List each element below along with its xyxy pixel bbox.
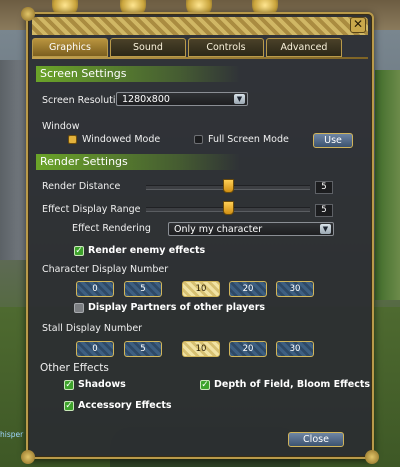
char-display-option[interactable]: 30 xyxy=(276,281,314,297)
tab-bar: Graphics Sound Controls Advanced xyxy=(32,38,342,58)
resolution-label: Screen Resolutio xyxy=(42,95,122,106)
windowed-mode-radio[interactable] xyxy=(68,135,77,144)
shadows-checkbox[interactable]: ✓ xyxy=(64,380,74,390)
section-screen-settings: Screen Settings xyxy=(36,66,240,82)
tab-controls[interactable]: Controls xyxy=(188,38,264,57)
close-icon[interactable]: ✕ xyxy=(350,17,366,33)
section-render-settings: Render Settings xyxy=(36,154,240,170)
accessory-effects-checkbox[interactable]: ✓ xyxy=(64,401,74,411)
chevron-down-icon[interactable]: ▼ xyxy=(320,224,331,234)
close-button[interactable]: Close xyxy=(288,432,344,447)
char-display-option[interactable]: 5 xyxy=(124,281,162,297)
tab-sound[interactable]: Sound xyxy=(110,38,186,57)
fullscreen-mode-radio[interactable] xyxy=(194,135,203,144)
display-partners-label: Display Partners of other players xyxy=(88,302,266,313)
stall-display-label: Stall Display Number xyxy=(42,323,143,334)
fullscreen-mode-label: Full Screen Mode xyxy=(208,134,289,145)
resolution-dropdown[interactable]: 1280x800 ▼ xyxy=(116,92,248,106)
effect-range-value: 5 xyxy=(315,204,333,217)
shadows-label: Shadows xyxy=(78,379,126,390)
char-display-option[interactable]: 20 xyxy=(229,281,267,297)
stall-display-option[interactable]: 30 xyxy=(276,341,314,357)
render-enemy-label: Render enemy effects xyxy=(88,245,206,256)
dof-bloom-checkbox[interactable]: ✓ xyxy=(200,380,210,390)
char-display-label: Character Display Number xyxy=(42,264,169,275)
background-trees xyxy=(375,70,400,300)
stall-display-option[interactable]: 20 xyxy=(229,341,267,357)
effect-rendering-label: Effect Rendering xyxy=(72,223,151,234)
effect-rendering-value: Only my character xyxy=(174,224,263,235)
windowed-mode-label: Windowed Mode xyxy=(82,134,161,145)
chat-name: hisper xyxy=(0,430,24,439)
render-distance-value: 5 xyxy=(315,181,333,194)
other-effects-title: Other Effects xyxy=(40,362,109,374)
corner-ornament-icon xyxy=(21,450,35,464)
tab-advanced[interactable]: Advanced xyxy=(266,38,342,57)
tab-underline xyxy=(32,57,368,59)
effect-range-thumb[interactable] xyxy=(223,201,234,215)
display-partners-checkbox[interactable] xyxy=(74,303,84,313)
use-button[interactable]: Use xyxy=(313,133,353,148)
render-enemy-checkbox[interactable]: ✓ xyxy=(74,246,84,256)
char-display-option[interactable]: 0 xyxy=(76,281,114,297)
chevron-down-icon[interactable]: ▼ xyxy=(234,94,245,104)
corner-ornament-icon xyxy=(21,7,35,21)
effect-range-label: Effect Display Range xyxy=(42,204,141,215)
dof-bloom-label: Depth of Field, Bloom Effects xyxy=(214,379,371,390)
stall-display-option[interactable]: 5 xyxy=(124,341,162,357)
window-label: Window xyxy=(42,121,80,132)
stall-display-option-selected[interactable]: 10 xyxy=(182,341,220,357)
render-distance-label: Render Distance xyxy=(42,181,121,192)
effect-rendering-dropdown[interactable]: Only my character ▼ xyxy=(168,222,334,236)
render-distance-thumb[interactable] xyxy=(223,179,234,193)
accessory-effects-label: Accessory Effects xyxy=(78,400,172,411)
tab-graphics[interactable]: Graphics xyxy=(32,38,108,57)
corner-ornament-icon xyxy=(365,450,379,464)
resolution-value: 1280x800 xyxy=(122,94,170,105)
dialog-title-strip xyxy=(32,17,368,35)
settings-dialog: ✕ Graphics Sound Controls Advanced Scree… xyxy=(21,7,379,464)
char-display-option-selected[interactable]: 10 xyxy=(182,281,220,297)
stall-display-option[interactable]: 0 xyxy=(76,341,114,357)
